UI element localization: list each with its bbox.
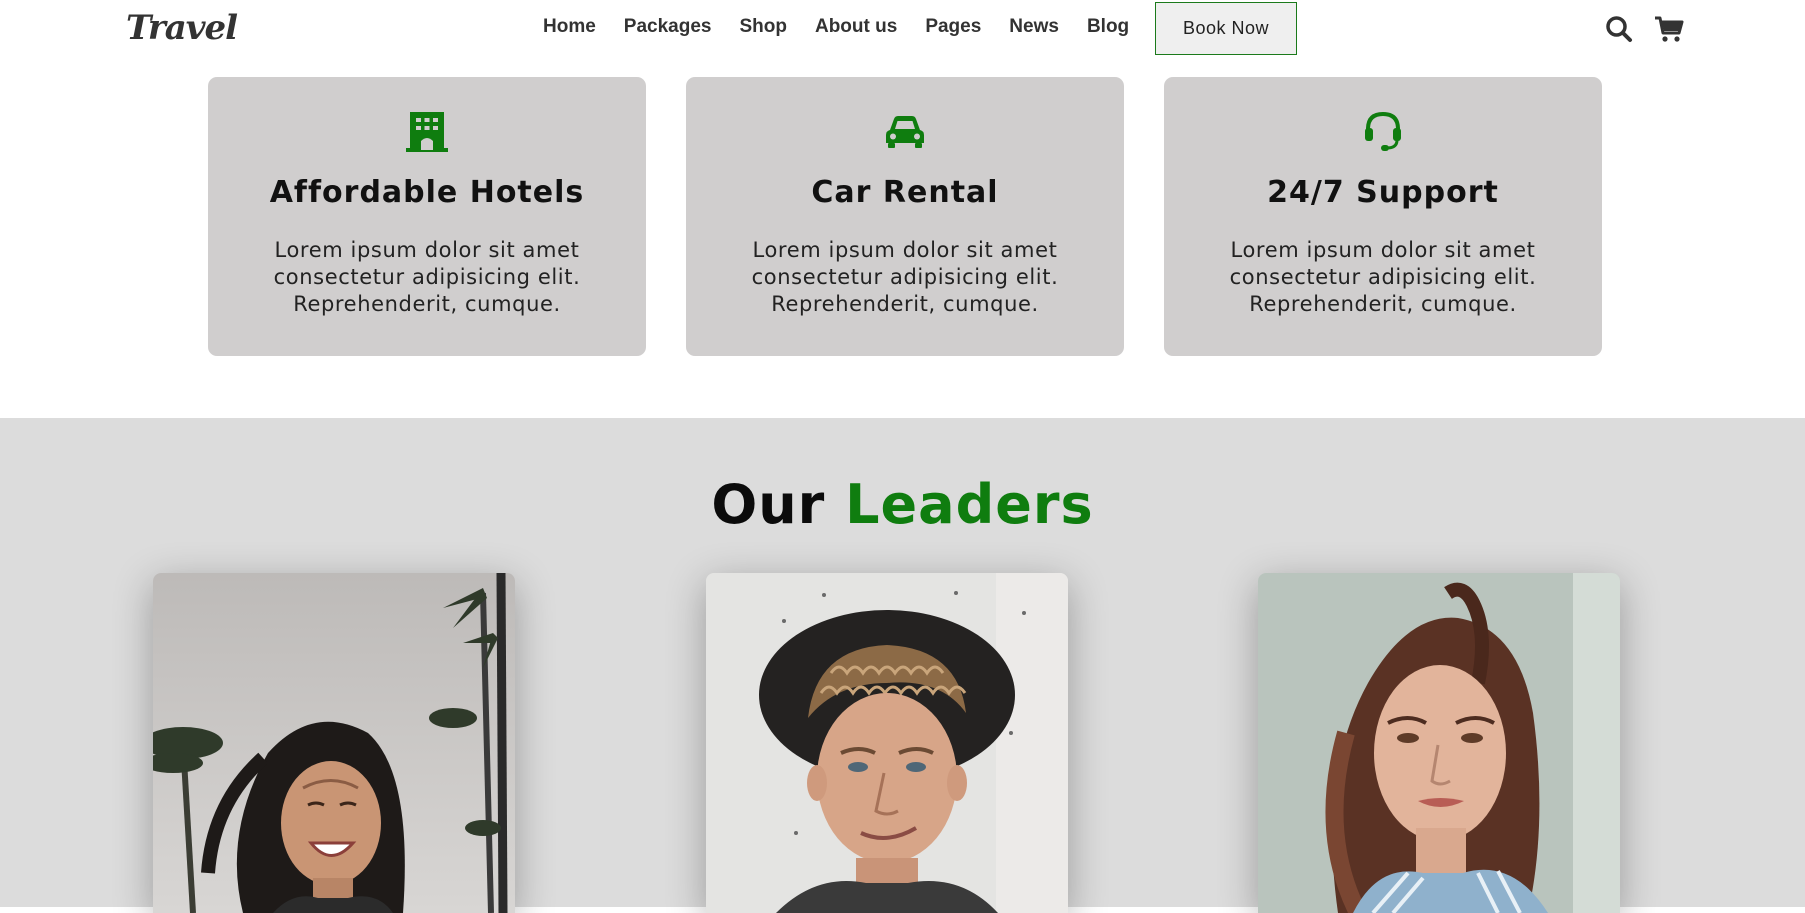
feature-card-hotels: Affordable Hotels Lorem ipsum dolor sit …: [208, 77, 646, 356]
nav-link-shop[interactable]: Shop: [739, 16, 787, 38]
feature-text: Lorem ipsum dolor sit amet consectetur a…: [273, 238, 581, 316]
leaders-heading: Our Leaders: [0, 473, 1805, 536]
feature-text: Lorem ipsum dolor sit amet consectetur a…: [1229, 238, 1537, 316]
book-now-button[interactable]: Book Now: [1155, 2, 1297, 55]
nav-link-home[interactable]: Home: [543, 16, 596, 38]
feature-title: Car Rental: [811, 175, 999, 210]
leader-photo-3[interactable]: [1258, 573, 1620, 913]
site-logo[interactable]: Travel: [126, 8, 238, 48]
main-menu: Home Packages Shop About us Pages News B…: [543, 16, 1157, 38]
cart-icon[interactable]: [1654, 14, 1684, 44]
feature-card-car-rental: Car Rental Lorem ipsum dolor sit amet co…: [686, 77, 1124, 356]
search-icon[interactable]: [1604, 14, 1634, 44]
leaders-heading-part1: Our: [711, 473, 826, 536]
nav-link-pages[interactable]: Pages: [925, 16, 981, 38]
nav-link-about-us[interactable]: About us: [815, 16, 897, 38]
nav-link-blog[interactable]: Blog: [1087, 16, 1129, 38]
nav-link-news[interactable]: News: [1009, 16, 1059, 38]
leaders-heading-part2: Leaders: [845, 473, 1094, 536]
top-navbar: Travel Home Packages Shop About us Pages…: [0, 0, 1805, 58]
leader-photo-1[interactable]: [153, 573, 515, 913]
feature-title: 24/7 Support: [1267, 175, 1499, 210]
feature-text: Lorem ipsum dolor sit amet consectetur a…: [751, 238, 1059, 316]
nav-link-packages[interactable]: Packages: [624, 16, 712, 38]
leader-photo-2[interactable]: [706, 573, 1068, 913]
feature-card-support: 24/7 Support Lorem ipsum dolor sit amet …: [1164, 77, 1602, 356]
leaders-section: Our Leaders: [0, 418, 1805, 913]
feature-title: Affordable Hotels: [269, 175, 585, 210]
